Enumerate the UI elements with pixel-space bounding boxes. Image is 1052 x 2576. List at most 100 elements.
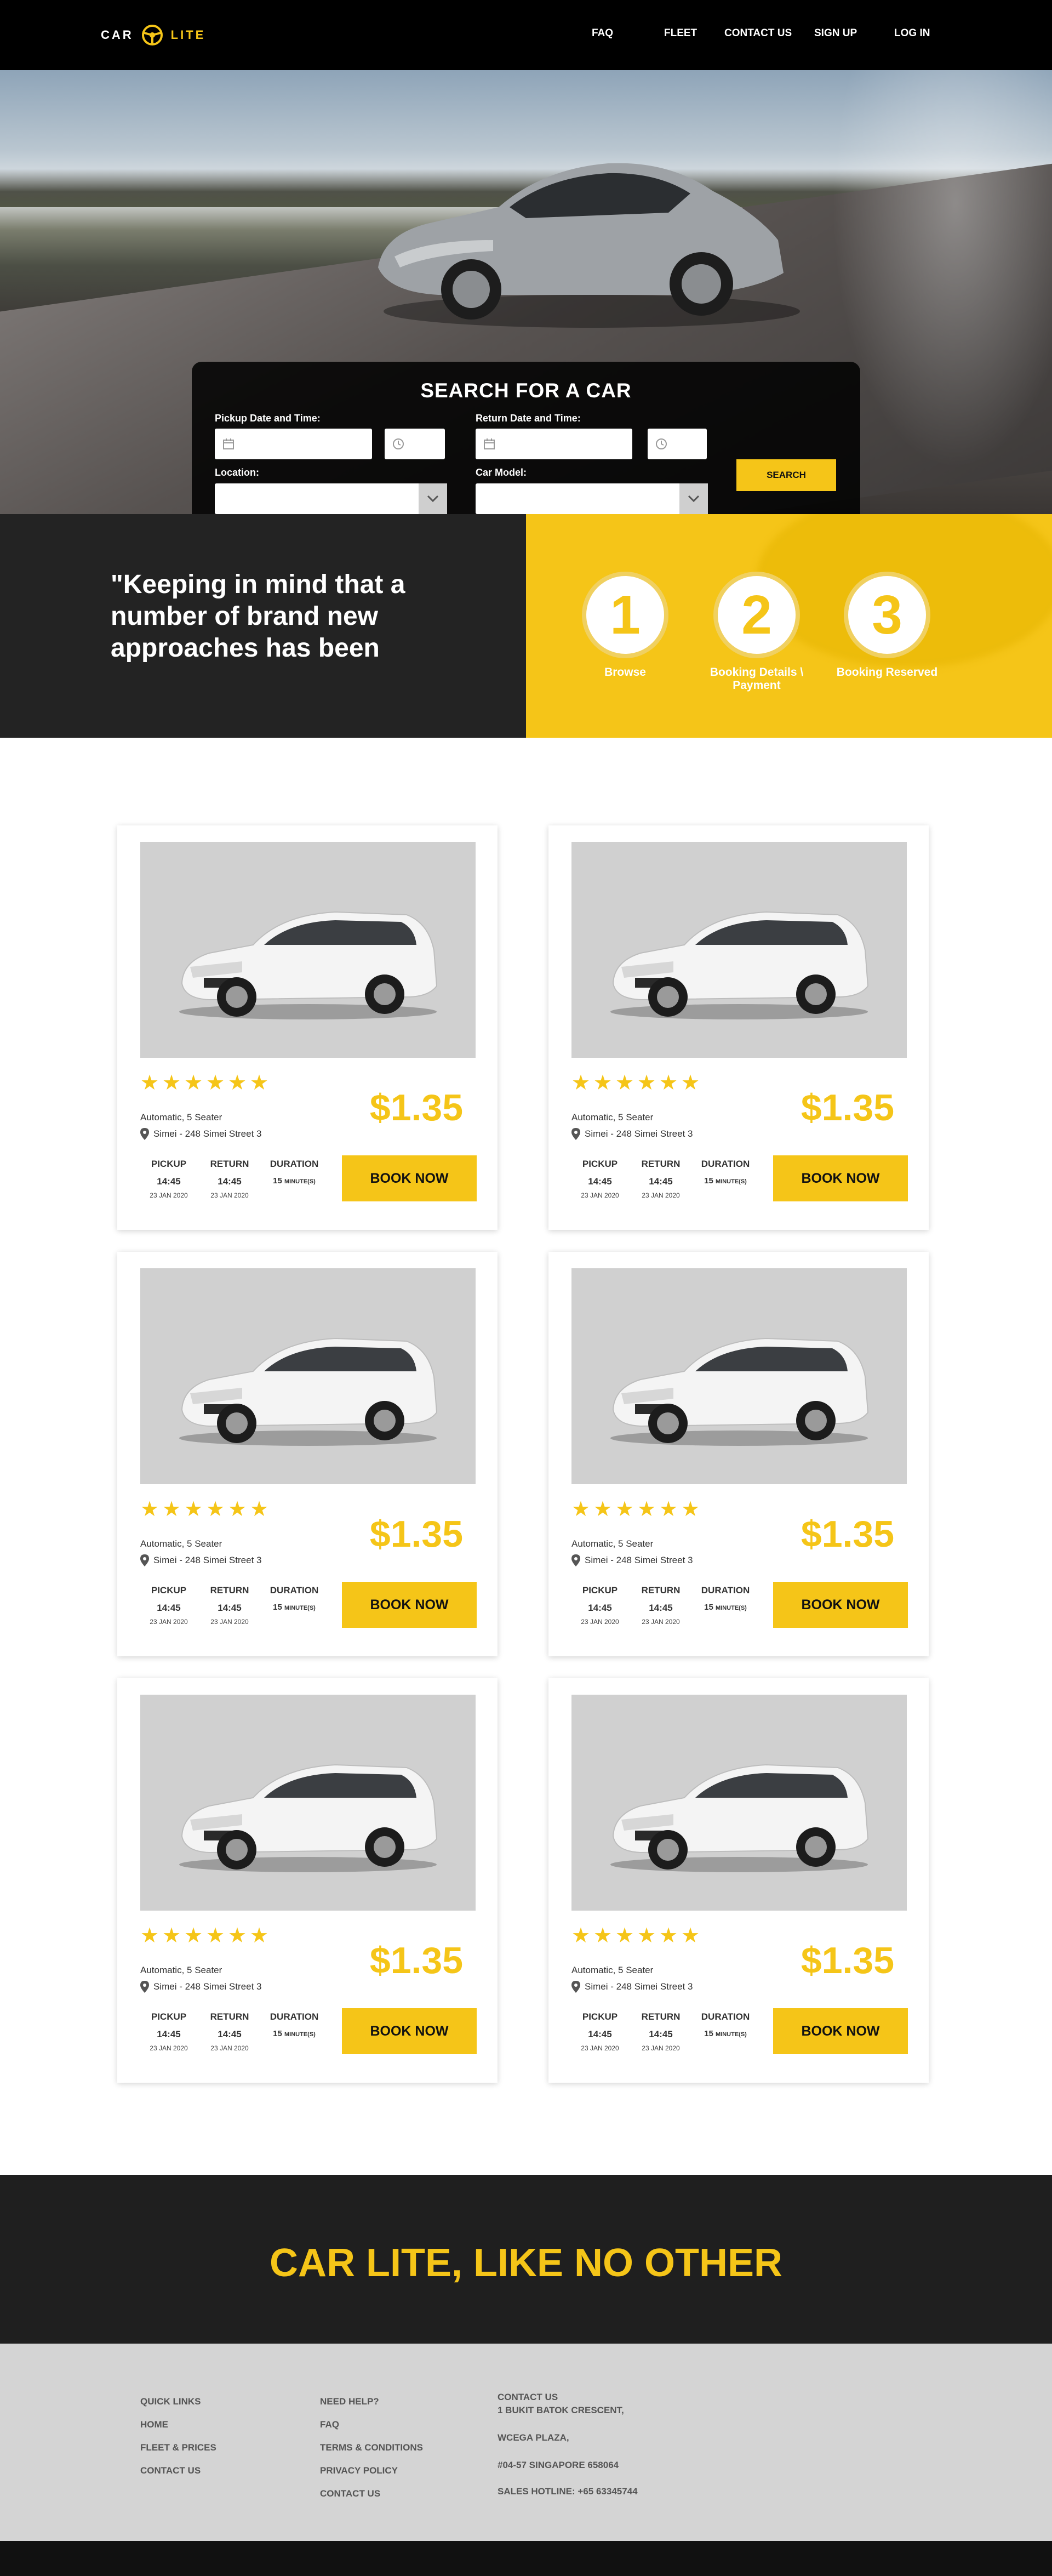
footer-link-help-contact[interactable]: CONTACT US: [320, 2488, 380, 2499]
car-card: ★ ★ ★ ★ ★ ★ Automatic, 5 Seater Simei - 248 Sim…: [117, 825, 498, 1230]
book-now-button[interactable]: BOOK NOW: [773, 1582, 908, 1628]
hero-sports-car-image: [378, 163, 800, 328]
footer-link-terms[interactable]: TERMS & CONDITIONS: [320, 2442, 423, 2453]
book-now-button[interactable]: BOOK NOW: [773, 2008, 908, 2054]
pickup-heading: PICKUP: [151, 1159, 187, 1169]
nav-log-in[interactable]: LOG IN: [894, 27, 930, 43]
search-button[interactable]: SEARCH: [736, 459, 836, 491]
star-icon: ★: [206, 1924, 225, 1947]
return-date-input[interactable]: [476, 429, 632, 459]
search-title: SEARCH FOR A CAR: [420, 379, 632, 402]
car-spec: Automatic, 5 Seater: [140, 1965, 222, 1975]
pickup-date: 23 JAN 2020: [150, 1192, 188, 1199]
pickup-time: 14:45: [588, 1176, 612, 1187]
footer-address-line-2: WCEGA PLAZA,: [498, 2432, 569, 2443]
step-caption: Booking Reserved: [836, 666, 938, 679]
calendar-icon: [484, 438, 495, 449]
return-time: 14:45: [649, 1603, 673, 1613]
car-photo-frame[interactable]: [571, 1695, 907, 1911]
star-icon: ★: [184, 1498, 203, 1521]
car-location: Simei - 248 Simei Street 3: [140, 1554, 261, 1566]
pickup-time: 14:45: [157, 2029, 181, 2039]
chevron-down-icon: [419, 483, 447, 514]
star-icon: ★: [206, 1498, 225, 1521]
car-card: ★ ★ ★ ★ ★ ★ Automatic, 5 Seater Simei - 248 Sim…: [117, 1678, 498, 2083]
star-icon: ★: [228, 1498, 247, 1521]
quote-panel: "Keeping in mind that a number of brand …: [0, 514, 526, 738]
car-location-text: Simei - 248 Simei Street 3: [585, 1555, 693, 1565]
pickup-date: 23 JAN 2020: [150, 2044, 188, 2052]
car-photo: [179, 1337, 438, 1446]
footer-quick-links-title: QUICK LINKS: [140, 2396, 201, 2407]
pickup-time-input[interactable]: [385, 429, 445, 459]
car-photo-frame[interactable]: [140, 1268, 476, 1484]
book-now-button[interactable]: BOOK NOW: [773, 1155, 908, 1201]
return-heading: RETURN: [641, 1585, 681, 1595]
nav-faq[interactable]: FAQ: [592, 27, 613, 43]
car-photo: [179, 911, 438, 1019]
return-date: 23 JAN 2020: [210, 1192, 249, 1199]
footer-link-faq[interactable]: FAQ: [320, 2419, 339, 2430]
duration-value: 15 MINUTE(S): [264, 1603, 324, 1612]
map-pin-icon: [140, 1554, 149, 1566]
car-spec: Automatic, 5 Seater: [571, 1112, 654, 1122]
star-icon: ★: [162, 1498, 181, 1521]
footer-link-home[interactable]: HOME: [140, 2419, 168, 2430]
return-time: 14:45: [649, 2029, 673, 2039]
car-photo-frame[interactable]: [571, 842, 907, 1058]
car-price: $1.35: [801, 1513, 895, 1555]
duration-unit: MINUTE(S): [716, 1605, 747, 1611]
star-icon: ★: [593, 1498, 613, 1521]
step-browse: 1 Browse: [570, 572, 680, 679]
star-icon: ★: [615, 1924, 634, 1947]
rating-stars: ★ ★ ★ ★ ★ ★: [571, 1073, 701, 1093]
car-photo-frame[interactable]: [140, 842, 476, 1058]
book-now-button[interactable]: BOOK NOW: [342, 1155, 477, 1201]
nav-fleet[interactable]: FLEET: [664, 27, 697, 43]
location-select[interactable]: [215, 483, 447, 514]
book-now-button[interactable]: BOOK NOW: [342, 2008, 477, 2054]
pickup-heading: PICKUP: [582, 1585, 618, 1595]
footer-link-privacy[interactable]: PRIVACY POLICY: [320, 2465, 398, 2476]
car-photo: [610, 1764, 869, 1872]
star-icon: ★: [571, 1924, 591, 1947]
pickup-heading: PICKUP: [582, 1159, 618, 1169]
duration-value: 15 MINUTE(S): [695, 1603, 756, 1612]
pickup-date-input[interactable]: [215, 429, 372, 459]
book-now-button[interactable]: BOOK NOW: [342, 1582, 477, 1628]
car-model-select[interactable]: [476, 483, 708, 514]
star-icon: ★: [571, 1072, 591, 1095]
star-icon: ★: [206, 1072, 225, 1095]
star-icon: ★: [140, 1924, 159, 1947]
car-photo: [610, 911, 869, 1019]
duration-unit: MINUTE(S): [716, 2031, 747, 2038]
duration-number: 15: [273, 1176, 282, 1186]
car-location: Simei - 248 Simei Street 3: [571, 1128, 693, 1140]
duration-value: 15 MINUTE(S): [264, 2029, 324, 2038]
step-number: 2: [713, 572, 800, 658]
car-price: $1.35: [801, 1940, 895, 1981]
car-photo-frame[interactable]: [140, 1695, 476, 1911]
rating-stars: ★ ★ ★ ★ ★ ★: [571, 1498, 701, 1521]
star-icon: ★: [162, 1924, 181, 1947]
nav-sign-up[interactable]: SIGN UP: [814, 27, 857, 43]
return-heading: RETURN: [641, 2011, 681, 2022]
star-icon: ★: [637, 1924, 656, 1947]
pickup-date: 23 JAN 2020: [581, 1618, 619, 1626]
brand-name-car: CAR: [101, 28, 134, 42]
footer-link-fleet-prices[interactable]: FLEET & PRICES: [140, 2442, 216, 2453]
pickup-time: 14:45: [588, 2029, 612, 2039]
return-time-input[interactable]: [648, 429, 707, 459]
rating-stars: ★ ★ ★ ★ ★ ★: [571, 1924, 701, 1947]
footer-link-contact-us[interactable]: CONTACT US: [140, 2465, 201, 2476]
return-time: 14:45: [649, 1176, 673, 1187]
footer-contact-title: CONTACT US: [498, 2392, 558, 2402]
hero-banner: SEARCH FOR A CAR Pickup Date and Time: R…: [0, 70, 1052, 514]
nav-contact-us[interactable]: CONTACT US: [724, 27, 792, 43]
return-date: 23 JAN 2020: [642, 1192, 680, 1199]
brand-logo[interactable]: CAR LITE: [101, 23, 205, 47]
duration-value: 15 MINUTE(S): [695, 1176, 756, 1186]
page: CAR LITE FAQ FLEET CONTACT US SIGN UP LO…: [0, 0, 1052, 2576]
return-heading: RETURN: [641, 1159, 681, 1169]
car-photo-frame[interactable]: [571, 1268, 907, 1484]
